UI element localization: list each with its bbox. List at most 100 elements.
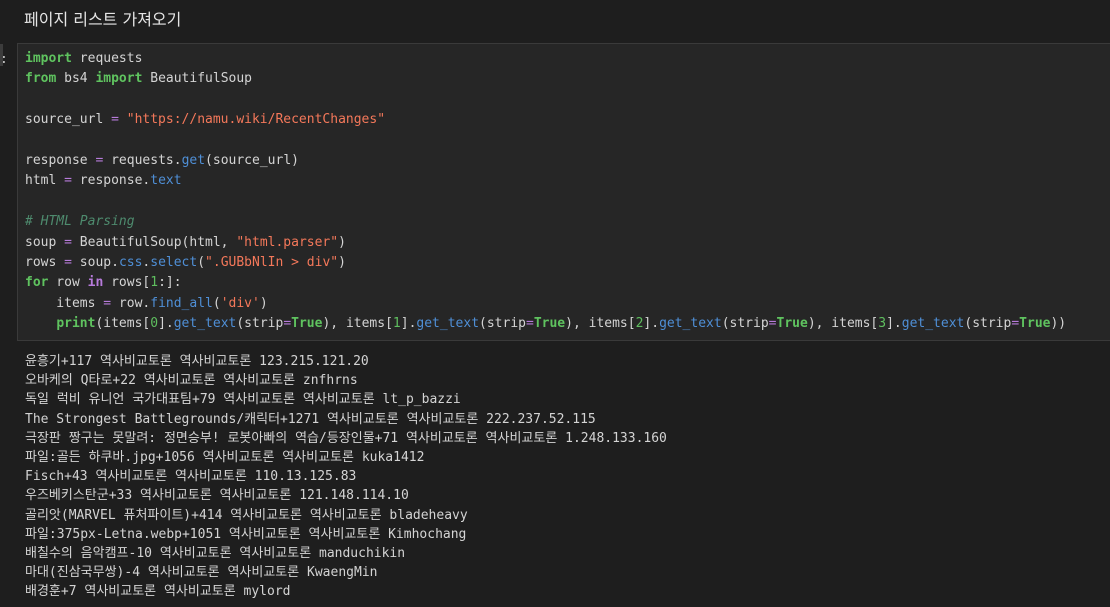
code-line: html = response.text [25, 171, 1110, 191]
code-token: ]. [643, 316, 660, 332]
code-token: import [25, 51, 72, 66]
code-token: = [64, 254, 72, 270]
code-token: ]. [886, 316, 902, 332]
code-token: ".GUBbNlIn > div" [205, 254, 339, 270]
code-token: "html.parser" [236, 234, 339, 250]
code-token: html [25, 173, 65, 189]
code-token: response. [71, 173, 151, 189]
code-token: 1 [150, 275, 159, 291]
code-token: = [64, 234, 72, 250]
code-token: import [95, 71, 143, 87]
code-token: source_url [25, 112, 112, 128]
code-token: get_text [173, 316, 237, 332]
output-line: 배칠수의 음악캠프-10 역사비교토론 역사비교토론 manduchikin [25, 545, 406, 561]
code-line: # HTML Parsing [25, 212, 1110, 232]
code-token: ]. [158, 316, 174, 332]
code-token: "https://namu.wiki/RecentChanges" [126, 112, 386, 128]
code-token: ( [212, 295, 221, 311]
code-line: from bs4 import BeautifulSoup [25, 69, 1110, 89]
code-token: select [150, 254, 198, 270]
code-token: print [56, 316, 96, 332]
code-token: (source_url) [205, 152, 299, 168]
code-token: ) [259, 295, 268, 311]
output-line: 우즈베키스탄군+33 역사비교토론 역사비교토론 121.148.114.10 [25, 488, 409, 504]
code-token: True [533, 316, 566, 332]
code-line: items = row.find_all('div') [25, 294, 1110, 314]
code-cell-editor[interactable]: import requests from bs4 import Beautiful… [17, 43, 1110, 341]
output-line: 오바케의 Q타로+22 역사비교토론 역사비교토론 znfhrns [25, 373, 358, 389]
code-token: (strip [479, 316, 526, 332]
code-token: ), items[ [565, 316, 636, 332]
code-line: response = requests.get(source_url) [25, 151, 1110, 171]
code-token: soup [25, 234, 65, 250]
code-token: 0 [150, 316, 159, 332]
code-token: get_text [901, 316, 965, 332]
code-token: = [1011, 316, 1020, 332]
code-token: find_all [150, 295, 213, 311]
code-token: True [1019, 316, 1051, 332]
markdown-heading: 페이지 리스트 가져오기 [24, 10, 182, 29]
code-line: rows = soup.css.select(".GUBbNlIn > div"… [25, 253, 1110, 273]
cell-output: 윤흥기+117 역사비교토론 역사비교토론 123.215.121.20 오바케의… [25, 352, 667, 601]
code-token: get [181, 152, 206, 168]
code-token: from [25, 71, 57, 87]
code-token: ), items[ [322, 316, 393, 332]
output-line: 골리앗(MARVEL 퓨처파이트)+414 역사비교토론 역사비교토론 blad… [25, 507, 468, 523]
code-token: rows[ [103, 275, 151, 291]
output-line: The Strongest Battlegrounds/캐릭터+1271 역사비… [25, 411, 596, 427]
code-token: = [103, 295, 112, 311]
code-token: in [87, 275, 104, 291]
code-token: = [111, 112, 119, 128]
code-token: (items[ [95, 316, 151, 332]
code-token: soup. [71, 254, 119, 270]
code-token: ]. [400, 316, 417, 332]
code-line: source_url = "https://namu.wiki/RecentCh… [25, 110, 1110, 130]
code-token: 3 [878, 316, 887, 332]
code-token: = [64, 173, 72, 189]
code-token: )) [1050, 316, 1067, 332]
code-token: = [526, 316, 534, 332]
code-token: 'div' [220, 295, 260, 311]
code-token: get_text [659, 316, 722, 332]
output-line: 마대(진삼국무쌍)-4 역사비교토론 역사비교토론 KwaengMin [25, 565, 378, 581]
cell-prompt: : [0, 52, 8, 67]
code-token: :]: [158, 275, 182, 291]
code-token: True [776, 316, 808, 332]
code-token: ) [338, 254, 346, 270]
code-token: for [25, 275, 49, 291]
output-line: Fisch+43 역사비교토론 역사비교토론 110.13.125.83 [25, 469, 357, 485]
code-line: soup = BeautifulSoup(html, "html.parser"… [25, 233, 1110, 253]
code-token: BeautifulSoup(html, [71, 234, 237, 250]
code-token: items [25, 295, 104, 311]
code-line: import requests [25, 49, 1110, 69]
code-token: get_text [416, 316, 480, 332]
code-token: ) [338, 234, 346, 250]
code-token: ( [197, 254, 206, 270]
output-line: 독일 럭비 유니언 국가대표팀+79 역사비교토론 역사비교토론 lt_p_ba… [25, 392, 461, 408]
code-token: True [291, 316, 323, 332]
output-line: 극장판 짱구는 못말려: 정면승부! 로봇아빠의 역습/등장인물+71 역사비교… [25, 430, 667, 446]
output-line: 파일:골든 하쿠바.jpg+1056 역사비교토론 역사비교토론 kuka141… [25, 449, 425, 465]
code-line: print(items[0].get_text(strip=True), ite… [25, 314, 1110, 334]
code-token: response [25, 152, 96, 168]
code-token: (strip [236, 316, 284, 332]
output-line: 배경훈+7 역사비교토론 역사비교토론 mylord [25, 584, 291, 600]
code-token: ), items[ [807, 316, 879, 332]
code-token: rows [25, 254, 65, 270]
code-token: requests. [103, 152, 182, 168]
code-token: BeautifulSoup [142, 71, 252, 87]
code-token: css [118, 254, 143, 270]
code-token: = [768, 316, 777, 332]
code-token: = [283, 316, 292, 332]
code-token: row [48, 275, 88, 291]
output-line: 파일:375px-Letna.webp+1051 역사비교토론 역사비교토론 K… [25, 526, 467, 542]
code-token: # HTML Parsing [25, 214, 135, 230]
code-token: bs4 [56, 71, 96, 87]
code-token: 1 [392, 316, 401, 332]
code-token: (strip [721, 316, 769, 332]
